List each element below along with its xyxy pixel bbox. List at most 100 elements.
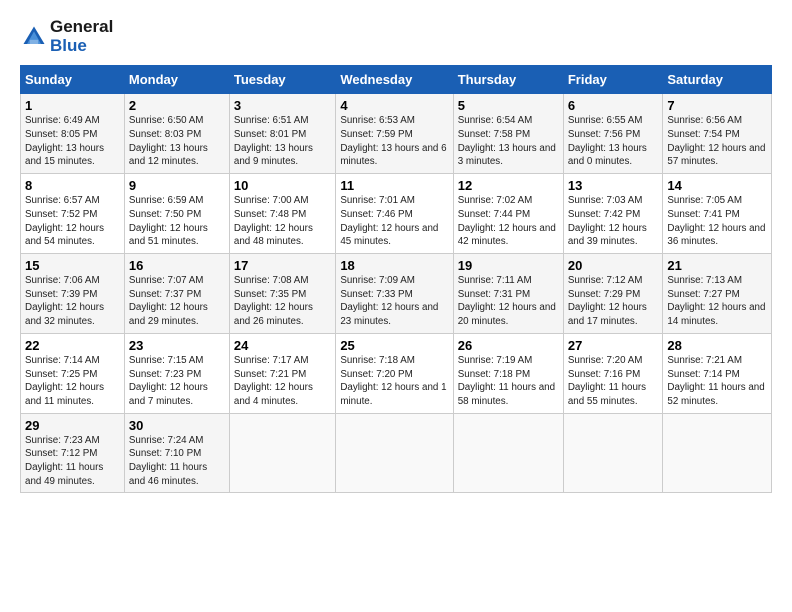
day-info: Sunrise: 7:18 AM Sunset: 7:20 PM Dayligh… [340, 354, 448, 409]
day-info: Sunrise: 7:09 AM Sunset: 7:33 PM Dayligh… [340, 274, 448, 329]
day-number: 17 [234, 258, 331, 273]
day-info: Sunrise: 7:14 AM Sunset: 7:25 PM Dayligh… [25, 354, 120, 409]
day-cell: 8 Sunrise: 6:57 AM Sunset: 7:52 PM Dayli… [21, 174, 125, 254]
day-number: 10 [234, 178, 331, 193]
day-cell: 9 Sunrise: 6:59 AM Sunset: 7:50 PM Dayli… [124, 174, 229, 254]
day-number: 18 [340, 258, 448, 273]
day-info: Sunrise: 6:51 AM Sunset: 8:01 PM Dayligh… [234, 114, 331, 169]
logo-text: General Blue [50, 18, 113, 55]
day-number: 6 [568, 98, 659, 113]
day-cell: 27 Sunrise: 7:20 AM Sunset: 7:16 PM Dayl… [563, 333, 663, 413]
day-number: 24 [234, 338, 331, 353]
day-cell: 12 Sunrise: 7:02 AM Sunset: 7:44 PM Dayl… [453, 174, 563, 254]
day-info: Sunrise: 7:03 AM Sunset: 7:42 PM Dayligh… [568, 194, 659, 249]
day-cell [453, 413, 563, 493]
day-cell: 15 Sunrise: 7:06 AM Sunset: 7:39 PM Dayl… [21, 254, 125, 334]
day-number: 5 [458, 98, 559, 113]
day-number: 12 [458, 178, 559, 193]
page: General Blue SundayMondayTuesdayWednesda… [0, 0, 792, 503]
day-cell: 28 Sunrise: 7:21 AM Sunset: 7:14 PM Dayl… [663, 333, 772, 413]
day-cell: 24 Sunrise: 7:17 AM Sunset: 7:21 PM Dayl… [229, 333, 335, 413]
day-number: 29 [25, 418, 120, 433]
day-number: 3 [234, 98, 331, 113]
day-cell: 18 Sunrise: 7:09 AM Sunset: 7:33 PM Dayl… [336, 254, 453, 334]
day-info: Sunrise: 7:20 AM Sunset: 7:16 PM Dayligh… [568, 354, 659, 409]
day-cell [336, 413, 453, 493]
day-number: 19 [458, 258, 559, 273]
day-cell: 10 Sunrise: 7:00 AM Sunset: 7:48 PM Dayl… [229, 174, 335, 254]
day-info: Sunrise: 7:08 AM Sunset: 7:35 PM Dayligh… [234, 274, 331, 329]
day-cell: 23 Sunrise: 7:15 AM Sunset: 7:23 PM Dayl… [124, 333, 229, 413]
day-number: 22 [25, 338, 120, 353]
day-number: 15 [25, 258, 120, 273]
day-cell: 4 Sunrise: 6:53 AM Sunset: 7:59 PM Dayli… [336, 94, 453, 174]
day-info: Sunrise: 7:19 AM Sunset: 7:18 PM Dayligh… [458, 354, 559, 409]
week-row-1: 1 Sunrise: 6:49 AM Sunset: 8:05 PM Dayli… [21, 94, 772, 174]
day-cell: 29 Sunrise: 7:23 AM Sunset: 7:12 PM Dayl… [21, 413, 125, 493]
day-cell: 26 Sunrise: 7:19 AM Sunset: 7:18 PM Dayl… [453, 333, 563, 413]
day-number: 28 [667, 338, 767, 353]
day-number: 1 [25, 98, 120, 113]
week-row-3: 15 Sunrise: 7:06 AM Sunset: 7:39 PM Dayl… [21, 254, 772, 334]
week-row-5: 29 Sunrise: 7:23 AM Sunset: 7:12 PM Dayl… [21, 413, 772, 493]
day-info: Sunrise: 6:54 AM Sunset: 7:58 PM Dayligh… [458, 114, 559, 169]
day-number: 21 [667, 258, 767, 273]
day-info: Sunrise: 6:57 AM Sunset: 7:52 PM Dayligh… [25, 194, 120, 249]
day-info: Sunrise: 7:01 AM Sunset: 7:46 PM Dayligh… [340, 194, 448, 249]
day-cell: 6 Sunrise: 6:55 AM Sunset: 7:56 PM Dayli… [563, 94, 663, 174]
col-header-saturday: Saturday [663, 66, 772, 94]
logo-icon [20, 23, 48, 51]
day-info: Sunrise: 7:13 AM Sunset: 7:27 PM Dayligh… [667, 274, 767, 329]
day-cell: 3 Sunrise: 6:51 AM Sunset: 8:01 PM Dayli… [229, 94, 335, 174]
day-info: Sunrise: 6:53 AM Sunset: 7:59 PM Dayligh… [340, 114, 448, 169]
day-cell: 21 Sunrise: 7:13 AM Sunset: 7:27 PM Dayl… [663, 254, 772, 334]
day-cell: 1 Sunrise: 6:49 AM Sunset: 8:05 PM Dayli… [21, 94, 125, 174]
col-header-wednesday: Wednesday [336, 66, 453, 94]
day-cell [563, 413, 663, 493]
day-number: 30 [129, 418, 225, 433]
day-cell: 30 Sunrise: 7:24 AM Sunset: 7:10 PM Dayl… [124, 413, 229, 493]
day-info: Sunrise: 7:24 AM Sunset: 7:10 PM Dayligh… [129, 434, 225, 489]
day-info: Sunrise: 7:00 AM Sunset: 7:48 PM Dayligh… [234, 194, 331, 249]
day-cell [663, 413, 772, 493]
day-number: 25 [340, 338, 448, 353]
day-info: Sunrise: 7:02 AM Sunset: 7:44 PM Dayligh… [458, 194, 559, 249]
day-number: 7 [667, 98, 767, 113]
day-number: 9 [129, 178, 225, 193]
day-info: Sunrise: 6:56 AM Sunset: 7:54 PM Dayligh… [667, 114, 767, 169]
day-number: 16 [129, 258, 225, 273]
day-info: Sunrise: 7:15 AM Sunset: 7:23 PM Dayligh… [129, 354, 225, 409]
calendar-table: SundayMondayTuesdayWednesdayThursdayFrid… [20, 65, 772, 493]
day-cell: 17 Sunrise: 7:08 AM Sunset: 7:35 PM Dayl… [229, 254, 335, 334]
day-cell: 16 Sunrise: 7:07 AM Sunset: 7:37 PM Dayl… [124, 254, 229, 334]
col-header-thursday: Thursday [453, 66, 563, 94]
day-cell: 7 Sunrise: 6:56 AM Sunset: 7:54 PM Dayli… [663, 94, 772, 174]
col-header-friday: Friday [563, 66, 663, 94]
day-info: Sunrise: 7:17 AM Sunset: 7:21 PM Dayligh… [234, 354, 331, 409]
col-header-sunday: Sunday [21, 66, 125, 94]
col-header-monday: Monday [124, 66, 229, 94]
day-info: Sunrise: 7:06 AM Sunset: 7:39 PM Dayligh… [25, 274, 120, 329]
day-info: Sunrise: 6:49 AM Sunset: 8:05 PM Dayligh… [25, 114, 120, 169]
day-cell: 14 Sunrise: 7:05 AM Sunset: 7:41 PM Dayl… [663, 174, 772, 254]
day-info: Sunrise: 7:23 AM Sunset: 7:12 PM Dayligh… [25, 434, 120, 489]
day-number: 27 [568, 338, 659, 353]
day-info: Sunrise: 6:50 AM Sunset: 8:03 PM Dayligh… [129, 114, 225, 169]
day-number: 4 [340, 98, 448, 113]
day-cell: 22 Sunrise: 7:14 AM Sunset: 7:25 PM Dayl… [21, 333, 125, 413]
col-header-tuesday: Tuesday [229, 66, 335, 94]
day-info: Sunrise: 6:55 AM Sunset: 7:56 PM Dayligh… [568, 114, 659, 169]
header: General Blue [20, 18, 772, 55]
day-number: 13 [568, 178, 659, 193]
day-info: Sunrise: 7:11 AM Sunset: 7:31 PM Dayligh… [458, 274, 559, 329]
day-number: 26 [458, 338, 559, 353]
day-number: 2 [129, 98, 225, 113]
day-cell: 2 Sunrise: 6:50 AM Sunset: 8:03 PM Dayli… [124, 94, 229, 174]
day-number: 23 [129, 338, 225, 353]
day-info: Sunrise: 7:21 AM Sunset: 7:14 PM Dayligh… [667, 354, 767, 409]
day-info: Sunrise: 7:12 AM Sunset: 7:29 PM Dayligh… [568, 274, 659, 329]
day-cell: 11 Sunrise: 7:01 AM Sunset: 7:46 PM Dayl… [336, 174, 453, 254]
day-cell: 5 Sunrise: 6:54 AM Sunset: 7:58 PM Dayli… [453, 94, 563, 174]
day-info: Sunrise: 6:59 AM Sunset: 7:50 PM Dayligh… [129, 194, 225, 249]
day-cell: 19 Sunrise: 7:11 AM Sunset: 7:31 PM Dayl… [453, 254, 563, 334]
